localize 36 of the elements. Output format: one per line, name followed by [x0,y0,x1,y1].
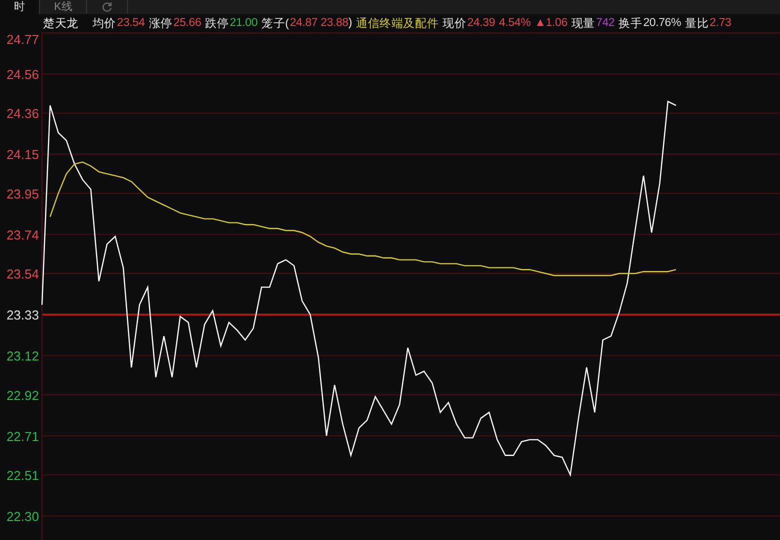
tab[interactable]: 时 [0,0,40,14]
field-value: 20.76% [643,17,682,29]
y-axis-tick-label: 23.12 [6,348,39,364]
field-label: 跌停 [205,16,229,30]
y-axis-tick-label: 22.30 [6,509,39,524]
y-axis-tick-label: 24.36 [6,106,39,122]
field-value: 21.00 [230,17,258,29]
field-label: 涨停 [148,16,172,30]
y-axis-tick-label: 22.92 [6,388,39,403]
y-axis-tick-label: 24.15 [6,147,39,162]
field-label: ) [348,17,352,29]
field-label: 量比 [685,16,709,30]
field-value: 742 [596,17,615,29]
field-value: 23.54 [117,17,145,29]
field-value: 24.87 23.88 [290,17,348,29]
field-value: 25.66 [173,17,202,29]
field-label: 换手 [618,16,642,30]
y-axis-tick-label: 23.54 [6,266,39,282]
field-value: ▲1.06 [534,17,568,29]
y-axis-tick-label: 24.77 [6,32,39,47]
y-axis-tick-label: 23.95 [6,186,39,202]
y-axis-tick-label: 22.51 [6,468,39,483]
field-value: 4.54% [499,17,531,29]
y-axis-tick-label: 23.33 [6,308,39,323]
field-value: 2.73 [710,17,732,29]
field-label: 现量 [571,16,595,30]
y-axis-tick-label: 24.56 [6,67,39,82]
field-label: 现价 [442,16,466,30]
stock-name: 楚天龙 [43,16,78,30]
field-label: 笼子( [262,16,289,30]
y-axis-tick-label: 23.74 [6,227,39,242]
field-value: 24.39 [467,17,496,29]
field-label: 均价 [92,16,116,30]
circle-arrow-icon [101,1,114,13]
field-value: 通信终端及配件 [356,16,439,30]
y-axis-tick-label: 22.71 [6,428,39,444]
